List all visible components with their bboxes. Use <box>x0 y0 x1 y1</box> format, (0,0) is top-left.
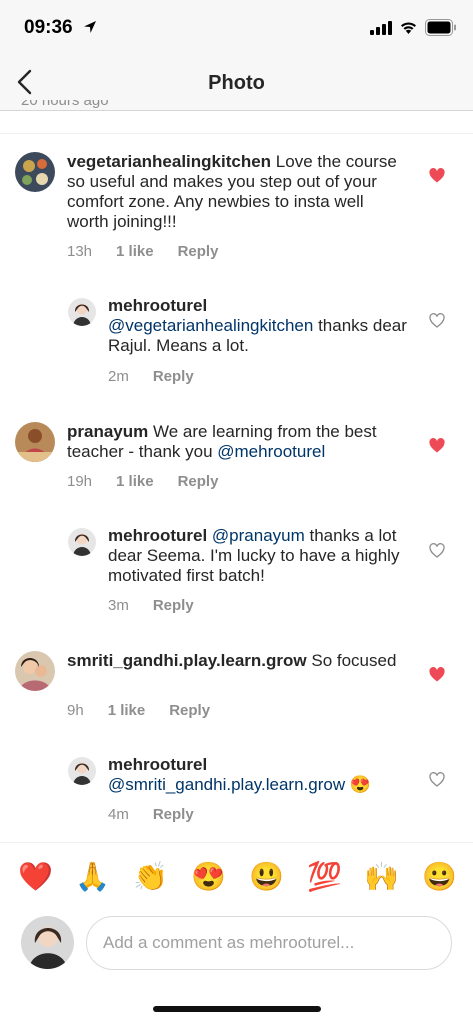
heart-outline-icon[interactable] <box>429 772 445 787</box>
battery-icon <box>425 19 456 36</box>
emoji-grin-button[interactable]: 😀 <box>422 861 457 893</box>
heart-filled-icon[interactable] <box>429 168 445 183</box>
page-title: Photo <box>208 72 265 94</box>
signal-icon <box>370 21 392 35</box>
reply-button[interactable]: Reply <box>153 806 194 823</box>
comment-time: 2m <box>108 368 129 385</box>
home-indicator[interactable] <box>153 1006 321 1012</box>
mention-link[interactable]: @pranayum <box>212 526 305 545</box>
location-arrow-icon <box>84 21 96 33</box>
reply-button[interactable]: Reply <box>178 473 219 490</box>
comment-body: So focused <box>306 651 397 670</box>
status-time: 09:36 <box>24 17 73 38</box>
emoji-hundred-button[interactable]: 💯 <box>307 861 342 893</box>
reply-button[interactable]: Reply <box>178 243 219 260</box>
emoji-pray-button[interactable]: 🙏 <box>75 861 110 893</box>
comment-username[interactable]: vegetarianhealingkitchen <box>67 152 271 171</box>
comment-text: mehrooturel @pranayum thanks a lot dear … <box>108 526 408 586</box>
comment-input[interactable] <box>86 916 452 970</box>
comment-meta: 13h 1 like Reply <box>67 243 242 260</box>
comment-username[interactable]: mehrooturel <box>108 755 408 775</box>
wifi-icon <box>401 22 416 34</box>
likes-count[interactable]: 1 like <box>116 243 154 260</box>
comment-time: 13h <box>67 243 93 260</box>
emoji-smiley-button[interactable]: 😃 <box>249 861 284 893</box>
heart-outline-icon[interactable] <box>429 313 445 328</box>
emoji-quick-bar: ❤️ 🙏 👏 😍 😃 💯 🙌 😀 <box>0 842 473 914</box>
avatar[interactable] <box>15 651 55 691</box>
divider <box>0 133 473 134</box>
emoji-raised-hands-button[interactable]: 🙌 <box>364 861 399 893</box>
composer-avatar <box>21 916 74 969</box>
mention-link[interactable]: @vegetarianhealingkitchen <box>108 316 313 335</box>
comment-meta: 19h 1 like Reply <box>67 473 242 490</box>
comment-time: 19h <box>67 473 93 490</box>
comment-meta: 9h 1 like Reply <box>67 702 234 719</box>
status-bar: 09:36 <box>0 0 473 58</box>
comment-text: mehrooturel @smriti_gandhi.play.learn.gr… <box>108 755 408 795</box>
comment-username[interactable]: smriti_gandhi.play.learn.grow <box>67 651 307 670</box>
likes-count[interactable]: 1 like <box>116 473 154 490</box>
reply-button[interactable]: Reply <box>153 597 194 614</box>
mention-link[interactable]: @mehrooturel <box>217 442 325 461</box>
emoji-heart-button[interactable]: ❤️ <box>18 861 53 893</box>
comment-body: 😍 <box>345 775 371 794</box>
avatar[interactable] <box>68 757 96 785</box>
heart-filled-icon[interactable] <box>429 438 445 453</box>
comment-text: vegetarianhealingkitchen Love the course… <box>67 152 407 232</box>
comment-time: 4m <box>108 806 129 823</box>
avatar[interactable] <box>68 298 96 326</box>
comment-time: 9h <box>67 702 84 719</box>
avatar[interactable] <box>68 528 96 556</box>
comment-text: pranayum We are learning from the best t… <box>67 422 407 462</box>
comment-username[interactable]: mehrooturel <box>108 526 207 545</box>
emoji-heart-eyes-button[interactable]: 😍 <box>191 861 226 893</box>
comment-time: 3m <box>108 597 129 614</box>
heart-outline-icon[interactable] <box>429 543 445 558</box>
comment-username[interactable]: mehrooturel <box>108 296 408 316</box>
avatar[interactable] <box>15 422 55 462</box>
comment-meta: 3m Reply <box>108 597 218 614</box>
comment-meta: 4m Reply <box>108 806 218 823</box>
reply-button[interactable]: Reply <box>153 368 194 385</box>
likes-count[interactable]: 1 like <box>108 702 146 719</box>
reply-button[interactable]: Reply <box>169 702 210 719</box>
comment-text: smriti_gandhi.play.learn.grow So focused <box>67 651 407 671</box>
previous-comment-time: 20 hours ago <box>21 100 109 109</box>
comment-meta: 2m Reply <box>108 368 218 385</box>
comment-username[interactable]: pranayum <box>67 422 148 441</box>
heart-filled-icon[interactable] <box>429 667 445 682</box>
emoji-clap-button[interactable]: 👏 <box>133 861 168 893</box>
mention-link[interactable]: @smriti_gandhi.play.learn.grow <box>108 775 345 794</box>
comment-text: mehrooturel @vegetarianhealingkitchen th… <box>108 296 408 356</box>
avatar[interactable] <box>15 152 55 192</box>
